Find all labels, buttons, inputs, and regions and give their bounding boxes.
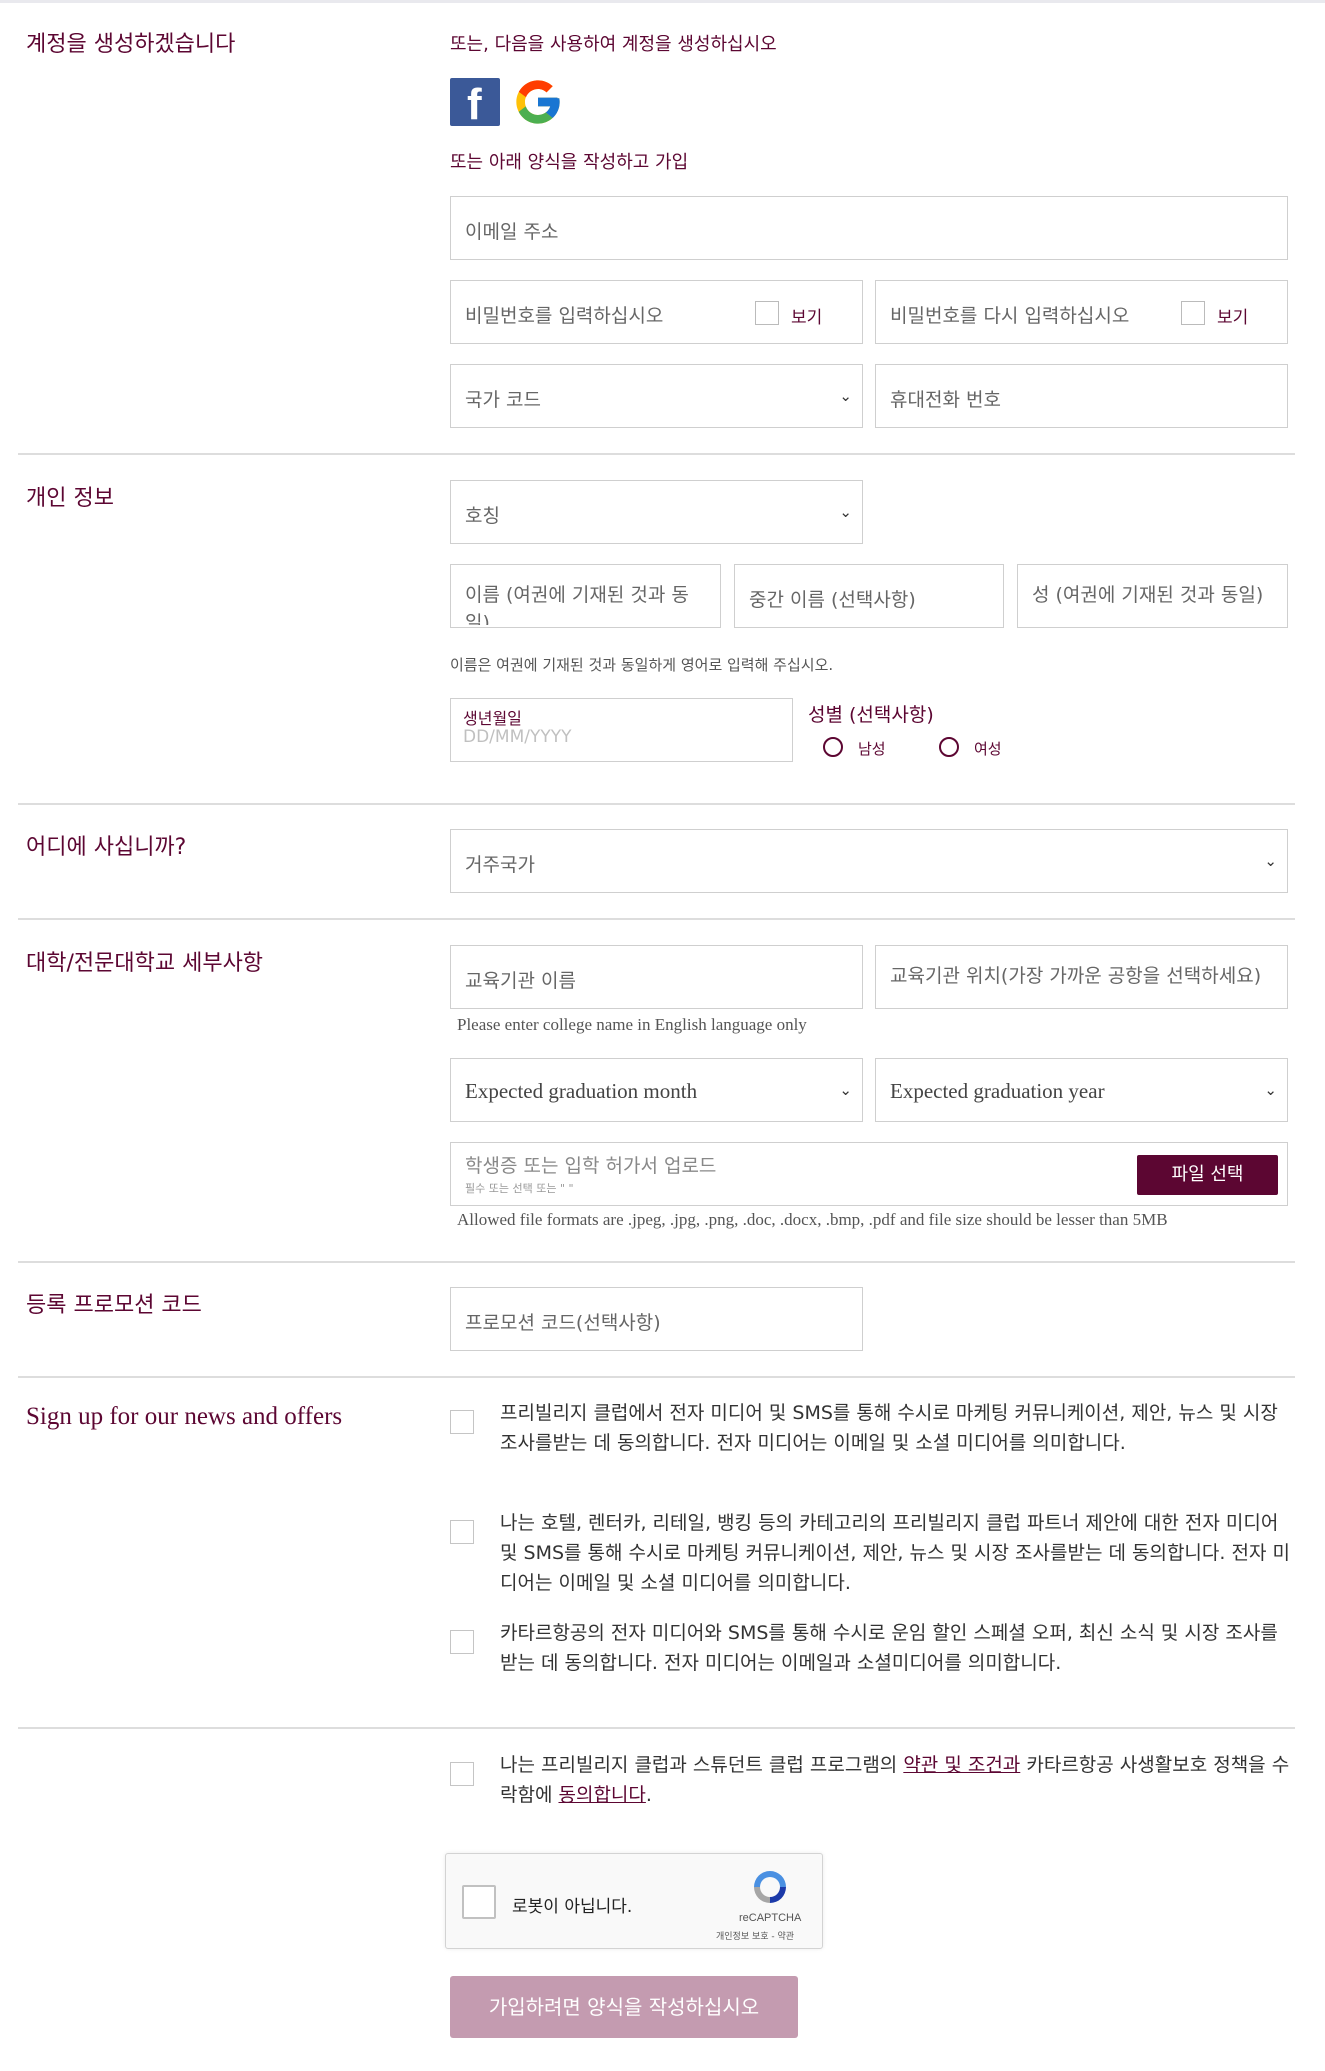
upload-sub-label: 필수 또는 선택 또는 " "	[465, 1182, 574, 1195]
password-field[interactable]: 비밀번호를 입력하십시오 보기	[450, 280, 863, 344]
password-confirm-show-checkbox[interactable]	[1181, 301, 1205, 325]
consent-partners-text: 나는 호텔, 렌터카, 리테일, 뱅킹 등의 카테고리의 프리빌리지 클럽 파트…	[500, 1512, 1290, 1594]
gender-female-radio[interactable]	[939, 737, 959, 757]
graduation-year-placeholder: Expected graduation year	[890, 1079, 1105, 1103]
recaptcha-widget: 로봇이 아닙니다. reCAPTCHA 개인정보 보호 - 약관	[445, 1853, 823, 1949]
recaptcha-links[interactable]: 개인정보 보호 - 약관	[716, 1929, 794, 1942]
password-confirm-field[interactable]: 비밀번호를 다시 입력하십시오 보기	[875, 280, 1288, 344]
terms-agree-checkbox[interactable]	[450, 1762, 474, 1786]
college-name-field[interactable]: 교육기관 이름	[450, 945, 863, 1009]
section-divider	[18, 1727, 1295, 1729]
section-divider	[18, 918, 1295, 920]
chevron-down-icon: ⌄	[1264, 1081, 1277, 1099]
college-name-placeholder: 교육기관 이름	[465, 970, 576, 992]
account-section-title: 계정을 생성하겠습니다	[26, 32, 236, 57]
section-divider	[18, 1376, 1295, 1378]
chevron-down-icon: ⌄	[1264, 852, 1277, 870]
terms-and-conditions-link[interactable]: 약관 및 조건과	[903, 1754, 1020, 1776]
recaptcha-label: 로봇이 아닙니다.	[512, 1897, 633, 1917]
password-confirm-placeholder: 비밀번호를 다시 입력하십시오	[890, 305, 1130, 327]
form-signup-prompt: 또는 아래 양식을 작성하고 가입	[450, 152, 689, 173]
salutation-placeholder: 호칭	[465, 505, 500, 527]
student-id-upload-field[interactable]: 학생증 또는 입학 허가서 업로드 필수 또는 선택 또는 " " 파일 선택	[450, 1142, 1288, 1206]
google-icon	[516, 80, 560, 124]
last-name-field[interactable]: 성 (여권에 기재된 것과 동일)	[1017, 564, 1288, 628]
terms-text-before: 나는 프리빌리지 클럽과 스튜던트 클럽 프로그램의	[500, 1754, 904, 1776]
facebook-button[interactable]: f	[450, 78, 500, 129]
section-divider	[18, 1261, 1295, 1263]
promo-section-title: 등록 프로모션 코드	[26, 1293, 202, 1318]
middle-name-placeholder: 중간 이름 (선택사항)	[749, 589, 916, 611]
section-divider	[18, 453, 1295, 455]
password-confirm-show-label: 보기	[1217, 308, 1249, 328]
top-border	[0, 0, 1325, 3]
residence-country-placeholder: 거주국가	[465, 854, 535, 876]
last-name-placeholder: 성 (여권에 기재된 것과 동일)	[1032, 584, 1264, 606]
upload-format-hint: Allowed file formats are .jpeg, .jpg, .p…	[457, 1210, 1168, 1229]
recaptcha-logo-icon	[754, 1871, 786, 1903]
terms-text-after: .	[645, 1784, 652, 1806]
recaptcha-brand: reCAPTCHA	[739, 1912, 802, 1924]
mobile-number-field[interactable]: 휴대전화 번호	[875, 364, 1288, 428]
dob-label: 생년월일	[463, 709, 522, 728]
residence-section-title: 어디에 사십니까?	[26, 835, 187, 860]
recaptcha-checkbox[interactable]	[462, 1885, 496, 1919]
graduation-month-placeholder: Expected graduation month	[465, 1079, 698, 1103]
email-field[interactable]: 이메일 주소	[450, 196, 1288, 260]
salutation-select[interactable]: 호칭 ⌄	[450, 480, 863, 544]
consent-privilege-club-checkbox[interactable]	[450, 1410, 474, 1434]
news-section-title: Sign up for our news and offers	[26, 1403, 343, 1430]
mobile-number-placeholder: 휴대전화 번호	[890, 389, 1001, 411]
password-placeholder: 비밀번호를 입력하십시오	[465, 305, 664, 327]
consent-qatar-airways-text: 카타르항공의 전자 미디어와 SMS를 통해 수시로 운임 할인 스페셜 오퍼,…	[500, 1622, 1278, 1674]
consent-privilege-club-text: 프리빌리지 클럽에서 전자 미디어 및 SMS를 통해 수시로 마케팅 커뮤니케…	[500, 1402, 1278, 1454]
personal-section-title: 개인 정보	[26, 486, 114, 511]
graduation-year-select[interactable]: Expected graduation year ⌄	[875, 1058, 1288, 1122]
residence-country-select[interactable]: 거주국가 ⌄	[450, 829, 1288, 893]
terms-text: 나는 프리빌리지 클럽과 스튜던트 클럽 프로그램의 약관 및 조건과 카타르항…	[500, 1750, 1290, 1810]
country-code-select[interactable]: 국가 코드 ⌄	[450, 364, 863, 428]
password-show-checkbox[interactable]	[755, 301, 779, 325]
facebook-icon: f	[467, 80, 482, 129]
middle-name-field[interactable]: 중간 이름 (선택사항)	[734, 564, 1004, 628]
gender-male-radio[interactable]	[823, 737, 843, 757]
google-button[interactable]	[512, 76, 564, 128]
gender-female-label: 여성	[974, 740, 1002, 758]
upload-placeholder: 학생증 또는 입학 허가서 업로드	[465, 1155, 717, 1177]
promo-code-placeholder: 프로모션 코드(선택사항)	[465, 1312, 661, 1334]
password-show-label: 보기	[791, 308, 823, 328]
college-section-title: 대학/전문대학교 세부사항	[26, 951, 264, 976]
gender-label: 성별 (선택사항)	[808, 704, 934, 726]
first-name-placeholder: 이름 (여권에 기재된 것과 동일)	[465, 584, 689, 625]
gender-male-label: 남성	[858, 740, 886, 758]
graduation-month-select[interactable]: Expected graduation month ⌄	[450, 1058, 863, 1122]
section-divider	[18, 803, 1295, 805]
submit-button[interactable]: 가입하려면 양식을 작성하십시오	[450, 1976, 798, 2038]
consent-qatar-airways-checkbox[interactable]	[450, 1630, 474, 1654]
dob-placeholder: DD/MM/YYYY	[463, 727, 572, 747]
country-code-placeholder: 국가 코드	[465, 389, 541, 411]
first-name-field[interactable]: 이름 (여권에 기재된 것과 동일)	[450, 564, 721, 628]
college-location-placeholder: 교육기관 위치(가장 가까운 공항을 선택하세요)	[890, 965, 1262, 987]
promo-code-field[interactable]: 프로모션 코드(선택사항)	[450, 1287, 863, 1351]
consent-partners-checkbox[interactable]	[450, 1520, 474, 1544]
email-placeholder: 이메일 주소	[465, 221, 559, 243]
name-hint: 이름은 여권에 기재된 것과 동일하게 영어로 입력해 주십시오.	[450, 656, 834, 674]
choose-file-button[interactable]: 파일 선택	[1137, 1155, 1278, 1195]
chevron-down-icon: ⌄	[839, 1081, 852, 1099]
date-of-birth-field[interactable]: 생년월일 DD/MM/YYYY	[450, 698, 793, 762]
chevron-down-icon: ⌄	[839, 503, 852, 521]
social-signup-prompt: 또는, 다음을 사용하여 계정을 생성하십시오	[450, 34, 777, 55]
agree-link[interactable]: 동의합니다	[558, 1784, 645, 1806]
college-location-field[interactable]: 교육기관 위치(가장 가까운 공항을 선택하세요)	[875, 945, 1288, 1009]
chevron-down-icon: ⌄	[839, 387, 852, 405]
college-name-hint: Please enter college name in English lan…	[457, 1015, 807, 1034]
